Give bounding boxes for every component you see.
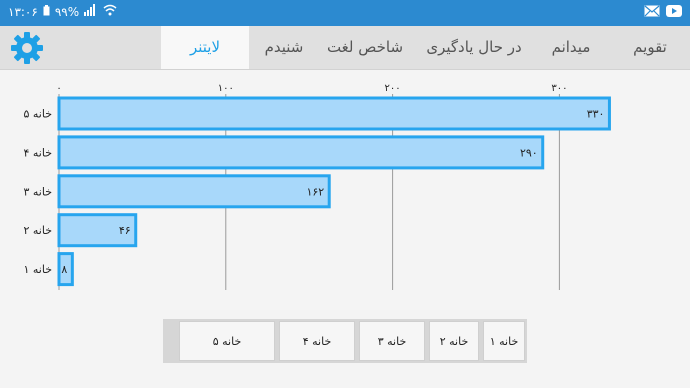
bar-value-label: ۱۶۲ [306,185,324,198]
bar [57,96,611,131]
button-label: خانه ۱ [489,334,519,348]
status-bar: ۱۳:۰۶ ۹۹% [0,0,690,26]
box-1-button[interactable]: خانه ۱ [483,321,525,361]
settings-gear-icon[interactable] [9,30,45,66]
tab-label: در حال یادگیری [426,38,522,56]
button-label: خانه ۵ [212,334,242,348]
status-right [644,5,682,20]
bar-value-label: ۴۶ [119,224,131,237]
button-label: خانه ۴ [302,334,332,348]
wifi-icon [103,4,117,19]
category-label: خانه ۴ [23,146,52,159]
x-tick-label: ۰ [56,83,61,94]
category-label: خانه ۵ [23,108,52,121]
tab-label: لایتنر [189,38,221,56]
tab-calendar[interactable]: تقویم [616,26,684,69]
category-label: خانه ۳ [23,185,52,198]
tab-label: میدانم [551,38,591,56]
bar-value-label: ۸ [61,263,67,276]
tab-known[interactable]: میدانم [536,26,606,69]
bar [57,174,331,209]
x-tick-label: ۲۰۰ [385,83,401,94]
box-2-button[interactable]: خانه ۲ [429,321,479,361]
youtube-icon [666,5,682,20]
battery-icon [43,4,50,19]
x-tick-label: ۳۰۰ [551,83,567,94]
tab-heard[interactable]: شنیدم [252,26,316,69]
box-3-button[interactable]: خانه ۳ [359,321,425,361]
x-tick-label: ۱۰۰ [218,83,234,94]
box-4-button[interactable]: خانه ۴ [279,321,355,361]
status-left: ۱۳:۰۶ ۹۹% [8,4,117,19]
battery-level: ۹۹% [54,4,80,19]
button-label: خانه ۳ [377,334,407,348]
box-5-button[interactable]: خانه ۵ [179,321,275,361]
leitner-bar-chart: ۰ ۱۰۰ ۲۰۰ ۳۰۰ ۳۳۰ خانه ۵ ۲۹۰ خانه ۴ ۱۶۲ خانه ۳ ۴۶ خ… [23,83,611,290]
category-label: خانه ۲ [23,224,52,237]
tab-word-index[interactable]: شاخص لغت [318,26,412,69]
tab-bar: لایتنر شنیدم شاخص لغت در حال یادگیری مید… [0,26,690,70]
tab-label: تقویم [633,38,667,56]
button-label: خانه ۲ [439,334,469,348]
category-label: خانه ۱ [23,263,52,276]
bar-value-label: ۲۹۰ [520,146,538,159]
tab-leitner[interactable]: لایتنر [161,26,249,69]
tab-learning[interactable]: در حال یادگیری [416,26,532,69]
bar-value-label: ۳۳۰ [587,108,605,121]
mail-icon [644,5,660,20]
signal-icon [84,4,98,19]
tab-label: شنیدم [264,38,304,56]
box-buttons: خانه ۱ خانه ۲ خانه ۳ خانه ۴ خانه ۵ [163,319,527,363]
status-time: ۱۳:۰۶ [8,4,38,19]
bar [57,135,545,170]
tab-label: شاخص لغت [326,38,404,56]
